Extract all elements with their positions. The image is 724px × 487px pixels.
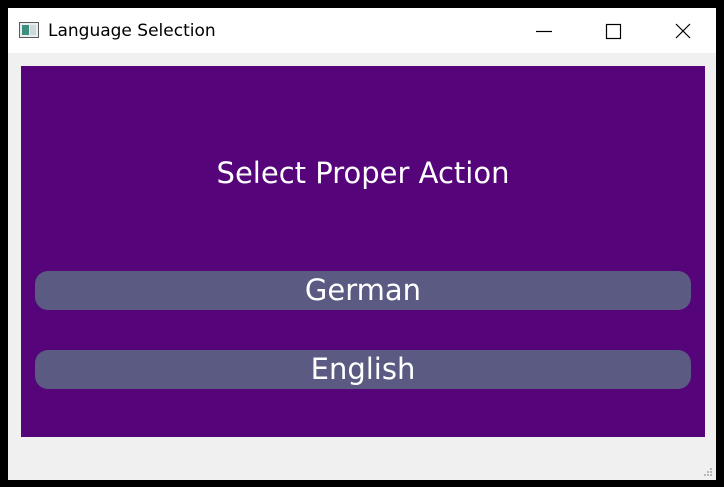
page-heading: Select Proper Action [216,156,510,190]
application-window: Language Selection Select Proper Action … [8,8,716,480]
minimize-button[interactable] [509,8,578,53]
close-button[interactable] [647,8,716,53]
german-button[interactable]: German [35,271,691,310]
resize-grip-icon[interactable] [703,467,713,477]
maximize-button[interactable] [578,8,647,53]
english-button[interactable]: English [35,350,691,389]
title-bar[interactable]: Language Selection [8,8,716,53]
maximize-icon [605,23,622,40]
close-icon [675,23,691,39]
window-title: Language Selection [48,21,216,41]
minimize-icon [536,30,552,33]
app-window-icon [19,22,39,38]
language-panel: Select Proper Action German English [21,66,705,437]
